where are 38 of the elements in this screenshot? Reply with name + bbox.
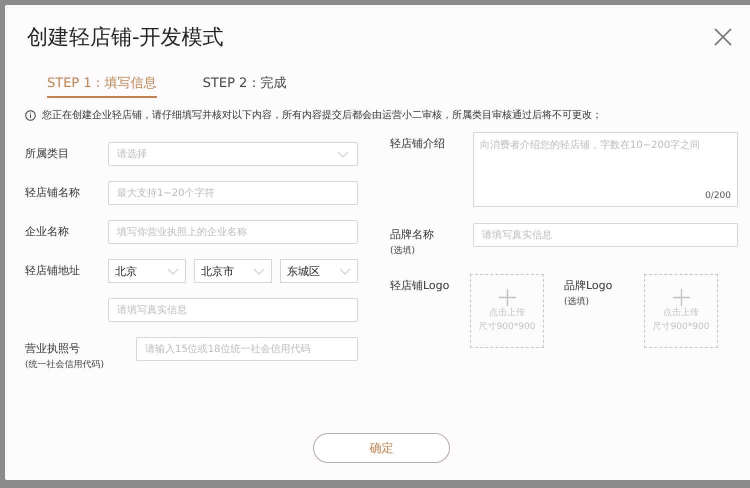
plus-icon (498, 289, 516, 306)
chevron-down-icon (337, 150, 349, 158)
field-label: 轻店铺地址 (25, 263, 81, 278)
char-counter: 0/200 (705, 191, 731, 201)
field-sublabel: (选填) (390, 244, 416, 257)
region-select[interactable]: 北京 (108, 259, 186, 283)
dialog-title: 创建轻店铺-开发模式 (27, 24, 224, 51)
field-label: 品牌Logo (564, 278, 614, 293)
chevron-down-icon (167, 268, 179, 274)
input-field[interactable]: 请输入15位或18位统一社会信用代码 (136, 337, 358, 361)
input-field[interactable]: 请填写真实信息 (108, 298, 358, 322)
field-label: 轻店铺Logo (390, 278, 450, 293)
step-tab[interactable]: STEP 1：填写信息 (47, 74, 157, 98)
confirm-button[interactable]: 确定 (313, 433, 450, 463)
chevron-down-icon (253, 268, 265, 274)
upload-box[interactable]: 点击上传 尺寸900*900 (644, 274, 718, 348)
field-sublabel: (选填) (564, 296, 590, 308)
field-label: 轻店铺名称 (25, 185, 81, 200)
info-icon (25, 110, 36, 120)
upload-box[interactable]: 点击上传 尺寸900*900 (470, 274, 544, 348)
region-select[interactable]: 东城区 (280, 259, 358, 283)
chevron-down-icon (339, 268, 351, 274)
field-label: 企业名称 (25, 224, 70, 239)
field-sublabel: (统一社会信用代码) (25, 358, 106, 371)
plus-icon (672, 289, 690, 306)
input-field[interactable]: 请填写真实信息 (473, 223, 738, 247)
intro-textarea[interactable]: 向消费者介绍您的轻店铺，字数在10~200字之间 0/200 (473, 132, 738, 207)
field-label: 所属类目 (25, 146, 70, 161)
input-field[interactable]: 填写你营业执照上的企业名称 (108, 220, 358, 244)
field-label: 轻店铺介绍 (390, 136, 446, 151)
step-tab[interactable]: STEP 2：完成 (202, 74, 286, 98)
input-field[interactable]: 最大支持1~20个字符 (108, 181, 358, 205)
notice-text: 您正在创建企业轻店铺，请仔细填写并核对以下内容，所有内容提交后都会由运营小二审核，所属类目审核通过后将不可更改； (42, 108, 602, 122)
close-icon[interactable] (714, 28, 732, 46)
field-label: 品牌名称 (390, 227, 435, 242)
region-select[interactable]: 北京市 (194, 259, 272, 283)
field-label: 营业执照号 (25, 341, 81, 356)
select-field[interactable]: 请选择 (108, 142, 358, 166)
